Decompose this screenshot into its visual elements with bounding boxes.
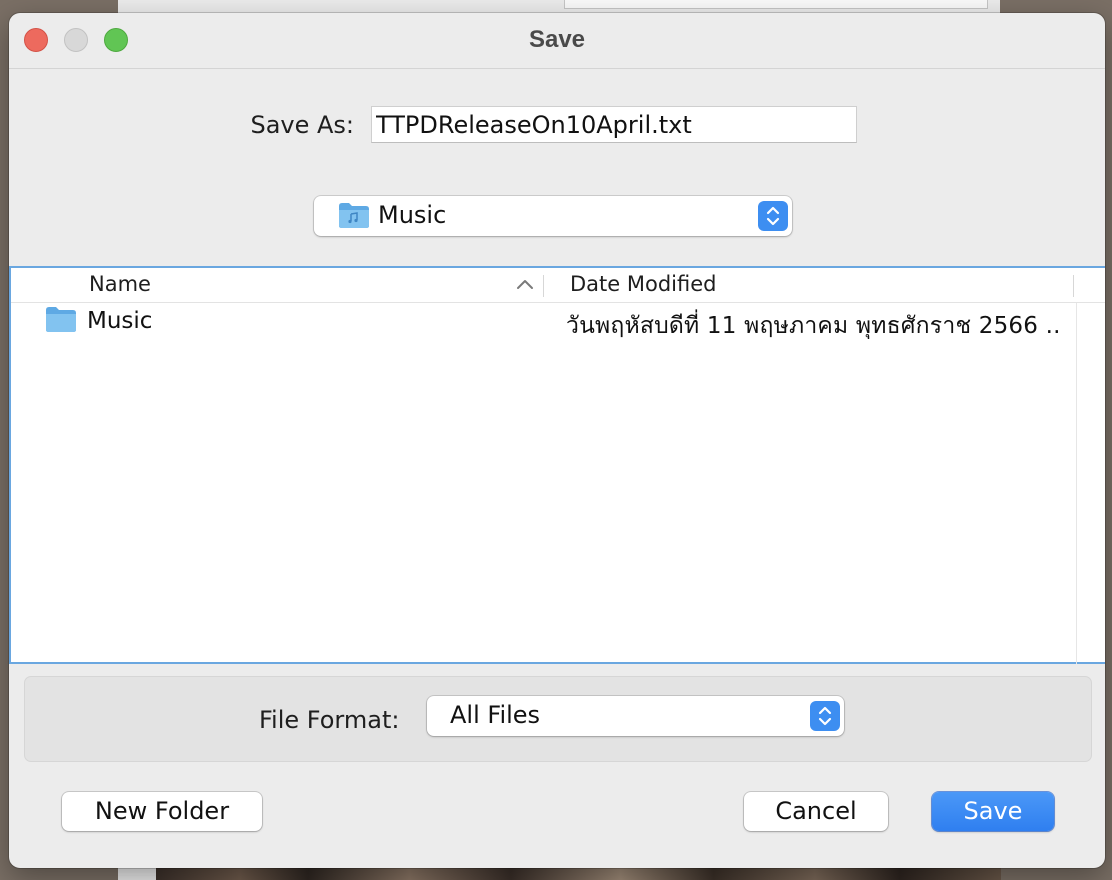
file-format-group: File Format: All Files xyxy=(24,676,1092,762)
column-divider[interactable] xyxy=(543,275,544,297)
name-column-header[interactable]: Name xyxy=(89,272,151,296)
music-folder-icon xyxy=(339,203,369,228)
file-format-label: File Format: xyxy=(259,706,400,734)
background-field xyxy=(564,0,988,9)
save-button[interactable]: Save xyxy=(932,792,1054,831)
save-as-label: Save As: xyxy=(250,111,354,139)
save-as-field[interactable] xyxy=(371,106,857,143)
file-browser: Name Date Modified Music วันพฤหัสบดีที่ … xyxy=(9,266,1105,664)
new-folder-button[interactable]: New Folder xyxy=(62,792,262,831)
dialog-title: Save xyxy=(528,26,586,53)
file-name: Music xyxy=(87,308,153,334)
file-row[interactable]: Music วันพฤหัสบดีที่ 11 พฤษภาคม พุทธศักร… xyxy=(11,303,1073,339)
column-header: Name Date Modified xyxy=(11,268,1105,303)
file-date-modified: วันพฤหัสบดีที่ 11 พฤษภาคม พุทธศักราช 256… xyxy=(566,313,1061,339)
column-divider[interactable] xyxy=(1073,275,1074,297)
sort-ascending-icon xyxy=(517,280,533,289)
save-dialog: Save Save As: Music Name Date Modified xyxy=(9,13,1105,868)
file-format-popup[interactable]: All Files xyxy=(427,696,844,736)
location-stepper-icon xyxy=(758,201,788,231)
file-format-stepper-icon xyxy=(810,701,840,731)
folder-icon xyxy=(46,307,76,332)
location-value: Music xyxy=(378,201,447,229)
cancel-button[interactable]: Cancel xyxy=(744,792,888,831)
file-format-value: All Files xyxy=(450,701,541,729)
location-popup[interactable]: Music xyxy=(314,196,792,236)
title-bar: Save xyxy=(9,13,1105,69)
date-modified-column-header[interactable]: Date Modified xyxy=(570,272,716,296)
vertical-scrollbar[interactable] xyxy=(1076,303,1077,664)
